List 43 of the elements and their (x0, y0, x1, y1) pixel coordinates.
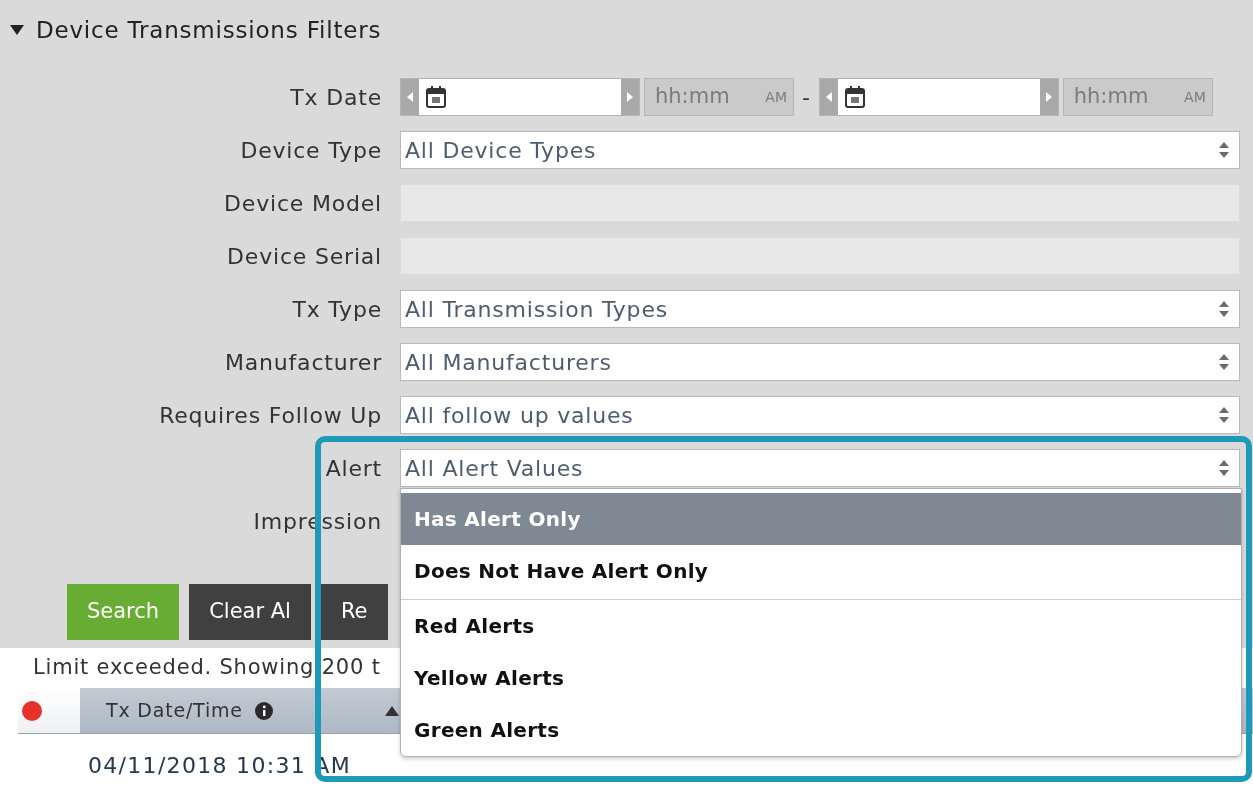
field-label: Device Type (239, 136, 382, 165)
left-arrow-icon (406, 91, 414, 103)
column-title: Tx Date/Time (106, 698, 243, 724)
left-arrow-icon (824, 91, 833, 103)
dropdown-option[interactable]: Has Alert Only (401, 493, 1241, 545)
field-label: Manufacturer (224, 348, 382, 377)
field-label: Alert (324, 454, 382, 483)
select-caret-icon (1217, 405, 1231, 425)
limit-notice: Limit exceeded. Showing 200 t (33, 654, 381, 681)
date-field[interactable] (837, 79, 1040, 115)
action-button[interactable]: Clear Al (189, 584, 311, 640)
section-title: Device Transmissions Filters (36, 15, 382, 45)
select-field[interactable]: All Device Types (400, 131, 1240, 169)
dropdown-option[interactable]: Yellow Alerts (401, 652, 1241, 704)
sort-caret-icon[interactable] (384, 705, 399, 716)
field-label: Requires Follow Up (158, 401, 382, 430)
date-field[interactable] (419, 79, 621, 115)
select-field[interactable]: All Manufacturers (400, 343, 1240, 381)
date-picker[interactable] (400, 78, 640, 116)
field-label: Device Model (223, 189, 382, 218)
field-label: Device Serial (226, 242, 382, 271)
select-caret-icon (1217, 458, 1231, 478)
right-arrow-icon (626, 91, 634, 103)
select-caret-icon (1217, 299, 1231, 319)
select-field[interactable]: All Alert Values (400, 449, 1240, 487)
select-field[interactable]: All follow up values (400, 396, 1240, 434)
action-button[interactable]: Re (320, 584, 388, 640)
range-separator: - (801, 83, 812, 112)
select-caret-icon (1217, 140, 1231, 160)
calendar-icon[interactable] (843, 85, 866, 109)
field-label: Tx Type (291, 295, 382, 324)
ampm-label: AM (765, 87, 787, 107)
ampm-label: AM (1184, 87, 1206, 107)
calendar-icon[interactable] (425, 85, 447, 109)
select-field[interactable]: All Transmission Types (400, 290, 1240, 328)
select-caret-icon (1217, 352, 1231, 372)
dropdown-option[interactable]: Red Alerts (401, 600, 1241, 652)
dropdown-option[interactable]: Does Not Have Alert Only (401, 545, 1241, 597)
expand-triangle-icon[interactable] (10, 24, 24, 36)
date-picker[interactable] (818, 78, 1059, 116)
field-label: Tx Date (289, 83, 382, 112)
dropdown-option[interactable]: Green Alerts (401, 704, 1241, 756)
right-arrow-icon (1044, 91, 1053, 103)
